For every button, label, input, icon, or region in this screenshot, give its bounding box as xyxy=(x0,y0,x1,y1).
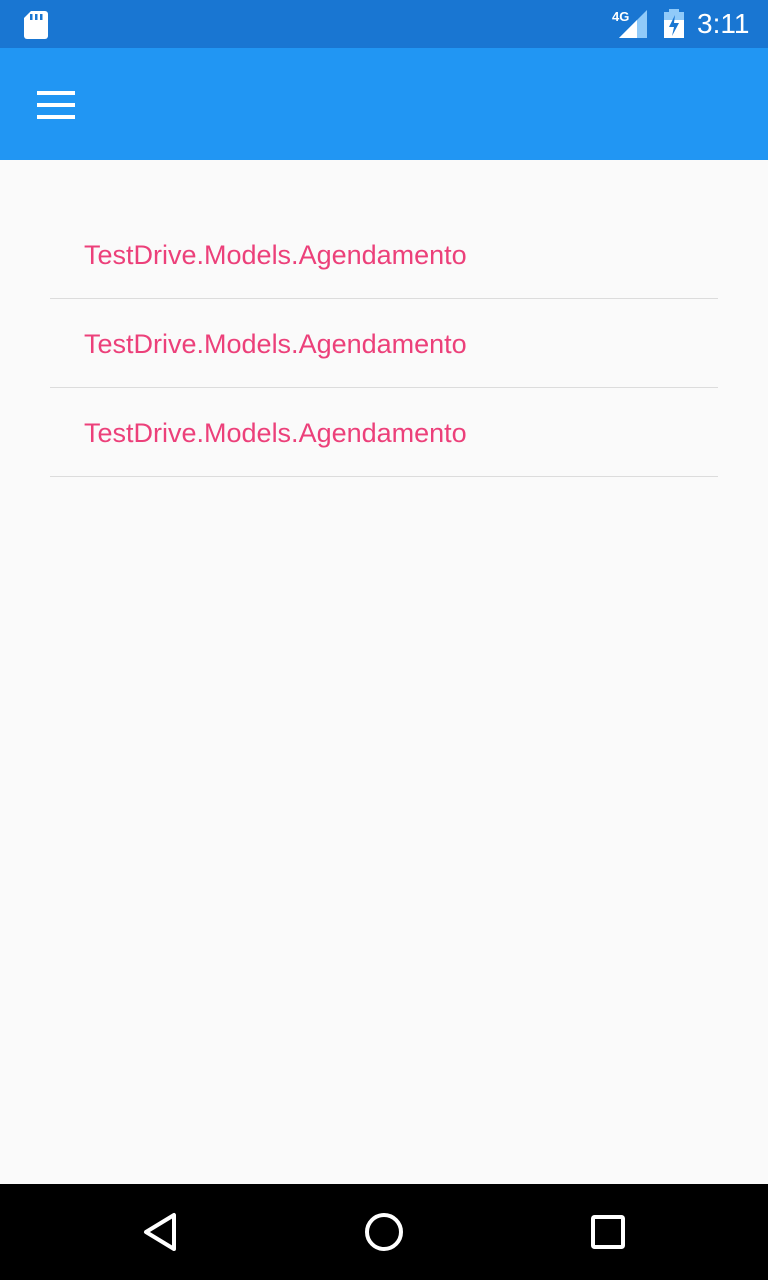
back-button[interactable] xyxy=(128,1200,192,1264)
back-icon xyxy=(144,1213,176,1251)
battery-charging-icon xyxy=(664,9,684,38)
list-item-label: TestDrive.Models.Agendamento xyxy=(84,240,467,270)
signal-icon: 4G xyxy=(612,9,647,38)
recents-button[interactable] xyxy=(576,1200,640,1264)
list-item[interactable]: TestDrive.Models.Agendamento xyxy=(50,299,718,388)
recents-icon xyxy=(591,1215,625,1249)
network-type-label: 4G xyxy=(612,9,629,24)
sd-card-icon xyxy=(24,11,48,39)
menu-button[interactable] xyxy=(24,72,88,136)
home-button[interactable] xyxy=(352,1200,416,1264)
list-item[interactable]: TestDrive.Models.Agendamento xyxy=(50,388,718,477)
home-icon xyxy=(365,1213,403,1251)
status-bar: 4G 3:11 xyxy=(0,0,768,48)
list-item-label: TestDrive.Models.Agendamento xyxy=(84,329,467,359)
status-time: 3:11 xyxy=(697,8,750,39)
list-item[interactable]: TestDrive.Models.Agendamento xyxy=(50,210,718,299)
agendamentos-list: TestDrive.Models.Agendamento TestDrive.M… xyxy=(50,210,718,477)
navigation-bar xyxy=(0,1184,768,1280)
hamburger-menu-icon xyxy=(37,91,75,119)
app-bar xyxy=(0,48,768,160)
list-item-label: TestDrive.Models.Agendamento xyxy=(84,418,467,448)
